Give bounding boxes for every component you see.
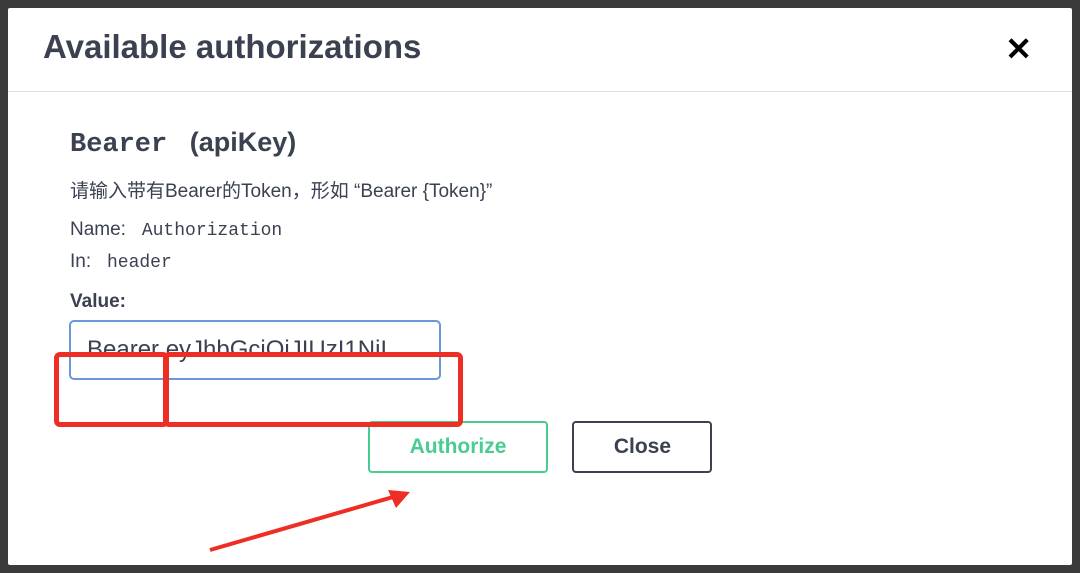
authorization-modal: Available authorizations ✕ Bearer (apiKe… <box>8 8 1072 565</box>
auth-description: 请输入带有Bearer的Token，形如 “Bearer {Token}” <box>70 178 1010 207</box>
auth-name-row: Name: Authorization <box>70 219 1010 241</box>
auth-value-input[interactable] <box>70 321 440 379</box>
auth-in-row: In: header <box>70 251 1010 273</box>
auth-scheme-title: Bearer (apiKey) <box>70 127 1010 160</box>
auth-value-label: Value: <box>70 291 1010 313</box>
modal-header: Available authorizations ✕ <box>8 8 1072 92</box>
auth-in-value: header <box>107 253 172 273</box>
auth-scheme-name: Bearer <box>70 130 167 160</box>
modal-title: Available authorizations <box>43 28 421 66</box>
auth-in-label: In: <box>70 251 91 272</box>
auth-scheme-type: (apiKey) <box>190 127 297 157</box>
modal-body: Bearer (apiKey) 请输入带有Bearer的Token，形如 “Be… <box>8 92 1072 503</box>
auth-name-value: Authorization <box>142 221 282 241</box>
auth-name-label: Name: <box>70 219 126 240</box>
authorize-button[interactable]: Authorize <box>368 421 549 473</box>
close-button[interactable]: Close <box>572 421 712 473</box>
close-icon[interactable]: ✕ <box>1000 33 1037 65</box>
button-row: Authorize Close <box>70 421 1010 473</box>
